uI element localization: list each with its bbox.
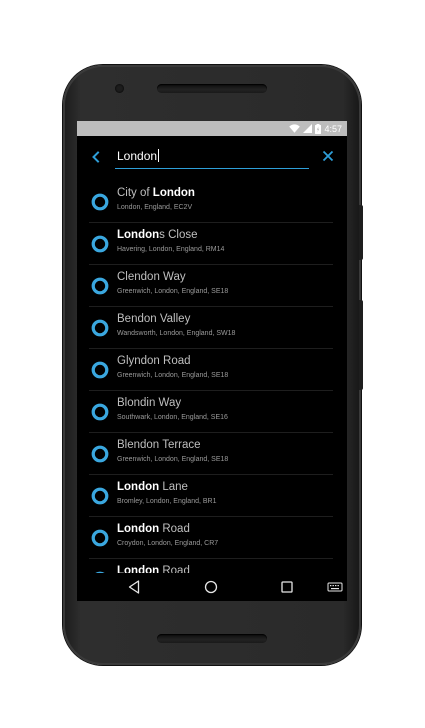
signal-icon — [303, 124, 313, 133]
navigation-bar — [77, 573, 347, 601]
result-item[interactable]: City of London London, England, EC2V — [77, 181, 347, 223]
power-button — [359, 205, 363, 260]
result-title: London Road — [117, 565, 190, 573]
location-pin-icon — [91, 361, 109, 379]
result-address: Bromley, London, England, BR1 — [117, 498, 217, 505]
result-title: London Lane — [117, 481, 188, 493]
result-title: Blondin Way — [117, 397, 182, 409]
back-button[interactable] — [87, 148, 105, 166]
battery-icon — [315, 123, 322, 134]
result-address: Wandsworth, London, England, SW18 — [117, 330, 236, 337]
location-pin-icon — [91, 277, 109, 295]
result-title: Londons Close — [117, 229, 198, 241]
clear-search-button[interactable] — [321, 149, 335, 163]
result-title: Glyndon Road — [117, 355, 191, 367]
location-pin-icon — [91, 487, 109, 505]
location-pin-icon — [91, 529, 109, 547]
home-icon[interactable] — [203, 579, 219, 595]
bottom-speaker — [157, 634, 267, 643]
result-address: Greenwich, London, England, SE18 — [117, 456, 229, 463]
location-pin-icon — [91, 319, 109, 337]
result-item[interactable]: Bendon Valley Wandsworth, London, Englan… — [77, 307, 347, 349]
back-icon[interactable] — [126, 579, 142, 595]
result-address: London, England, EC2V — [117, 204, 193, 211]
result-title: Bendon Valley — [117, 313, 191, 325]
status-bar: 4:57 — [77, 121, 347, 136]
location-pin-icon — [91, 445, 109, 463]
results-list: City of London London, England, EC2V Lon… — [77, 181, 347, 573]
search-input[interactable]: London — [115, 146, 309, 169]
result-title: City of London — [117, 187, 195, 199]
result-item[interactable]: Blendon Terrace Greenwich, London, Engla… — [77, 433, 347, 475]
status-time: 4:57 — [324, 123, 342, 134]
location-pin-icon — [91, 193, 109, 211]
result-title: Clendon Way — [117, 271, 186, 283]
recents-icon[interactable] — [279, 579, 295, 595]
result-item[interactable]: Clendon Way Greenwich, London, England, … — [77, 265, 347, 307]
text-cursor — [158, 149, 160, 162]
result-item[interactable]: Glyndon Road Greenwich, London, England,… — [77, 349, 347, 391]
result-item[interactable]: Blondin Way Southwark, London, England, … — [77, 391, 347, 433]
search-bar: London — [77, 136, 347, 181]
result-address: Croydon, London, England, CR7 — [117, 540, 219, 547]
result-address: Havering, London, England, RM14 — [117, 246, 225, 253]
volume-button — [359, 300, 363, 390]
screen: 4:57 London City of London London, Engla… — [77, 121, 347, 601]
result-item[interactable]: Londons Close Havering, London, England,… — [77, 223, 347, 265]
front-camera — [115, 84, 124, 93]
result-title: Blendon Terrace — [117, 439, 201, 451]
result-address: Greenwich, London, England, SE18 — [117, 288, 229, 295]
search-query: London — [117, 149, 158, 163]
result-item[interactable]: London Road — [77, 559, 347, 573]
result-item[interactable]: London Road Croydon, London, England, CR… — [77, 517, 347, 559]
keyboard-icon[interactable] — [327, 579, 343, 595]
result-item[interactable]: London Lane Bromley, London, England, BR… — [77, 475, 347, 517]
result-address: Southwark, London, England, SE16 — [117, 414, 228, 421]
location-pin-icon — [91, 403, 109, 421]
location-pin-icon — [91, 235, 109, 253]
wifi-icon — [289, 124, 301, 133]
back-chevron-icon — [92, 151, 100, 163]
earpiece-speaker — [157, 84, 267, 93]
result-address: Greenwich, London, England, SE18 — [117, 372, 229, 379]
result-title: London Road — [117, 523, 190, 535]
close-icon — [322, 150, 334, 162]
